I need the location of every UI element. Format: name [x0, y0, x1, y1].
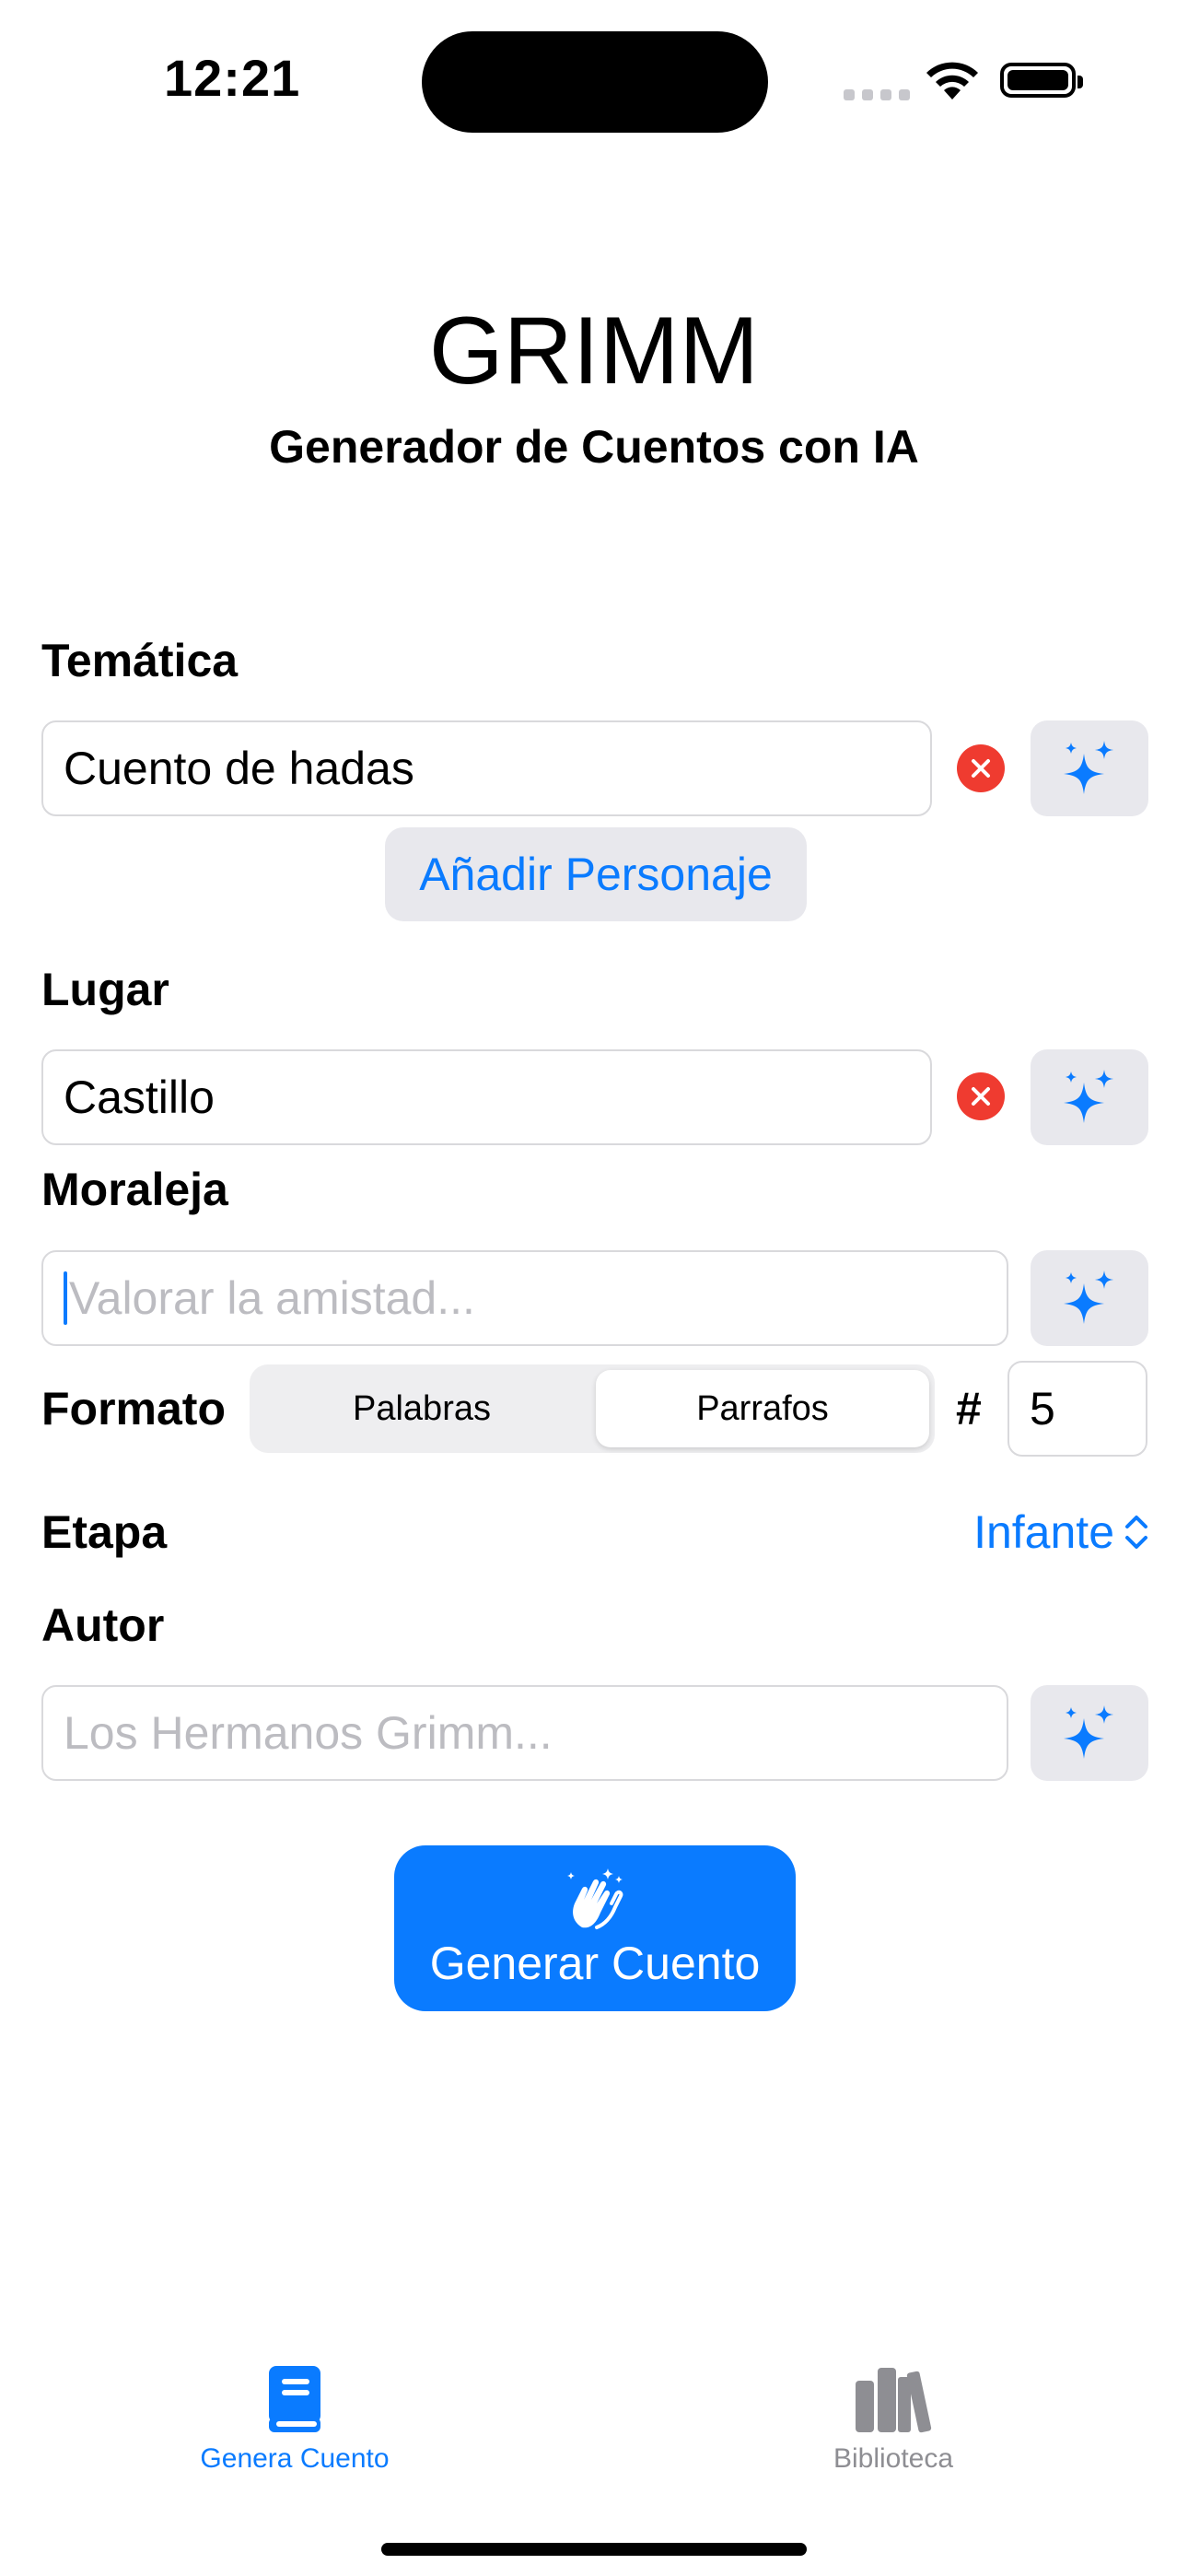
lugar-value: Castillo [64, 1071, 215, 1123]
generate-story-label: Generar Cuento [429, 1938, 761, 1989]
formato-segmented-control[interactable]: Palabras Parrafos [250, 1364, 935, 1453]
moraleja-sparkles-button[interactable] [1031, 1250, 1148, 1346]
moraleja-label: Moraleja [41, 1164, 228, 1215]
hands-clap-sparkles-icon [567, 1868, 623, 1929]
tab-genera-cuento[interactable]: Genera Cuento [175, 2364, 414, 2475]
lugar-sparkles-button[interactable] [1031, 1049, 1148, 1145]
moraleja-input[interactable]: Valorar la amistad... [41, 1250, 1008, 1346]
tab-biblioteca[interactable]: Biblioteca [774, 2364, 1013, 2475]
sparkles-icon [1064, 1270, 1113, 1324]
sparkles-icon [1064, 1705, 1113, 1759]
tab-genera-cuento-label: Genera Cuento [200, 2443, 390, 2474]
count-symbol: # [956, 1383, 982, 1434]
formato-label: Formato [41, 1383, 226, 1434]
count-input[interactable]: 5 [1007, 1361, 1147, 1457]
home-indicator [381, 2543, 807, 2556]
app-subtitle: Generador de Cuentos con IA [269, 421, 919, 473]
sparkles-icon [1064, 1070, 1113, 1123]
autor-placeholder: Los Hermanos Grimm... [64, 1707, 553, 1759]
dynamic-island [422, 31, 768, 133]
status-time: 12:21 [164, 49, 301, 107]
clear-lugar-icon[interactable] [957, 1072, 1005, 1120]
generate-story-button[interactable]: Generar Cuento [394, 1845, 796, 2011]
count-value: 5 [1030, 1383, 1055, 1434]
tematica-sparkles-button[interactable] [1031, 720, 1148, 816]
sparkles-icon [1064, 741, 1113, 794]
autor-input[interactable]: Los Hermanos Grimm... [41, 1685, 1008, 1781]
tematica-label: Temática [41, 635, 239, 686]
lugar-input[interactable]: Castillo [41, 1049, 932, 1145]
wifi-icon [924, 59, 981, 106]
text-cursor [64, 1271, 67, 1325]
segment-palabras[interactable]: Palabras [255, 1370, 588, 1447]
add-character-button[interactable]: Añadir Personaje [385, 827, 807, 921]
book-icon [269, 2366, 320, 2432]
battery-icon [1000, 63, 1083, 98]
autor-label: Autor [41, 1599, 165, 1651]
cellular-signal-icon [844, 88, 917, 105]
tematica-input[interactable]: Cuento de hadas [41, 720, 932, 816]
chevron-up-down-icon [1125, 1516, 1147, 1549]
autor-sparkles-button[interactable] [1031, 1685, 1148, 1781]
books-icon [856, 2368, 932, 2433]
etapa-value: Infante [973, 1506, 1114, 1558]
etapa-picker[interactable]: Infante [973, 1505, 1149, 1559]
moraleja-placeholder: Valorar la amistad... [69, 1272, 475, 1324]
tab-biblioteca-label: Biblioteca [833, 2443, 954, 2474]
segment-parrafos[interactable]: Parrafos [596, 1370, 929, 1447]
tematica-value: Cuento de hadas [64, 743, 414, 794]
lugar-label: Lugar [41, 964, 169, 1015]
clear-tematica-icon[interactable] [957, 744, 1005, 792]
app-title: GRIMM [428, 298, 760, 404]
etapa-label: Etapa [41, 1506, 168, 1558]
